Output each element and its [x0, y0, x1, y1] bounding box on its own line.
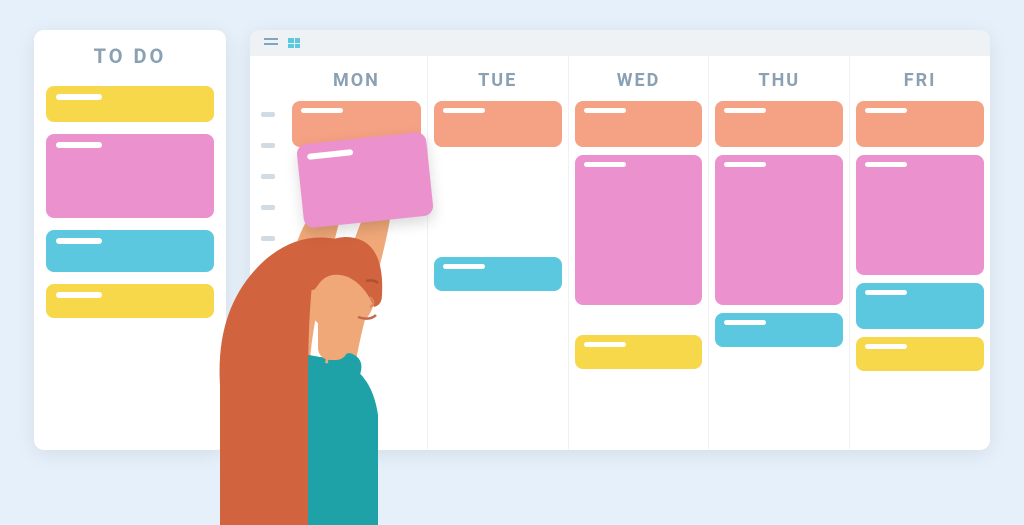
calendar-event[interactable] — [434, 101, 562, 147]
grid-view-icon[interactable] — [288, 38, 300, 48]
calendar-event[interactable] — [856, 283, 984, 329]
calendar-toolbar — [250, 30, 990, 56]
calendar-event[interactable] — [715, 313, 843, 347]
calendar-event[interactable] — [575, 155, 703, 305]
list-view-icon[interactable] — [264, 38, 278, 48]
card-stripe — [865, 162, 907, 167]
card-stripe — [584, 162, 626, 167]
dragging-card[interactable] — [296, 131, 434, 228]
day-header: THU — [715, 56, 843, 101]
card-stripe — [584, 342, 626, 347]
card-stripe — [584, 108, 626, 113]
day-column-wed[interactable]: WED — [568, 56, 709, 450]
card-stripe — [724, 108, 766, 113]
day-header: TUE — [434, 56, 562, 101]
time-tick — [261, 174, 275, 179]
todo-item[interactable] — [46, 86, 214, 122]
card-stripe — [865, 344, 907, 349]
card-stripe — [301, 108, 343, 113]
card-stripe — [56, 94, 102, 100]
day-header: WED — [575, 56, 703, 101]
calendar-event[interactable] — [856, 101, 984, 147]
time-tick — [261, 143, 275, 148]
card-stripe — [865, 108, 907, 113]
calendar-event[interactable] — [715, 155, 843, 305]
card-stripe — [865, 290, 907, 295]
card-stripe — [724, 162, 766, 167]
card-stripe — [56, 142, 102, 148]
day-column-thu[interactable]: THU — [708, 56, 849, 450]
card-stripe — [307, 149, 353, 160]
card-stripe — [724, 320, 766, 325]
calendar-event[interactable] — [856, 337, 984, 371]
day-header: FRI — [856, 56, 984, 101]
card-stripe — [56, 292, 102, 298]
calendar-event[interactable] — [856, 155, 984, 275]
calendar-event[interactable] — [575, 335, 703, 369]
calendar-event[interactable] — [575, 101, 703, 147]
card-stripe — [56, 238, 102, 244]
day-header: MON — [292, 56, 421, 101]
person-illustration — [170, 185, 470, 525]
calendar-event[interactable] — [715, 101, 843, 147]
time-tick — [261, 112, 275, 117]
todo-title: TO DO — [46, 44, 214, 68]
card-stripe — [443, 108, 485, 113]
day-column-fri[interactable]: FRI — [849, 56, 990, 450]
